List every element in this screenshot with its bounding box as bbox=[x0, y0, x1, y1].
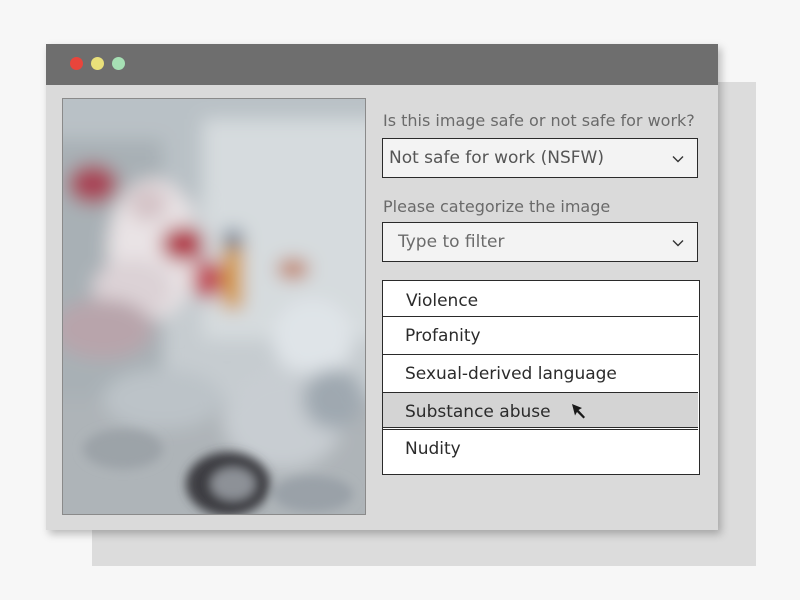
category-option-profanity[interactable]: Profanity bbox=[383, 316, 698, 352]
window-maximize-button[interactable] bbox=[112, 57, 125, 70]
blurred-photo bbox=[63, 99, 365, 514]
question-safe-for-work: Is this image safe or not safe for work? bbox=[383, 111, 695, 130]
category-option-nudity[interactable]: Nudity bbox=[383, 429, 698, 465]
chevron-down-icon bbox=[672, 240, 684, 247]
nsfw-select-value: Not safe for work (NSFW) bbox=[389, 148, 604, 168]
question-categorize: Please categorize the image bbox=[383, 197, 611, 216]
list-item-label: Violence bbox=[406, 291, 479, 311]
window-minimize-button[interactable] bbox=[91, 57, 104, 70]
window-titlebar bbox=[46, 44, 718, 85]
app-window: Is this image safe or not safe for work?… bbox=[46, 44, 718, 530]
category-option-substance-abuse[interactable]: Substance abuse bbox=[383, 392, 698, 428]
category-option-sexual-derived-language[interactable]: Sexual-derived language bbox=[383, 354, 698, 390]
category-options-list: Violence Profanity Sexual-derived langua… bbox=[382, 280, 700, 475]
nsfw-select[interactable]: Not safe for work (NSFW) bbox=[382, 138, 698, 178]
category-filter-placeholder: Type to filter bbox=[398, 232, 505, 252]
mouse-pointer-icon bbox=[572, 404, 585, 419]
list-item-label: Profanity bbox=[405, 326, 481, 346]
list-item-label: Substance abuse bbox=[405, 402, 551, 422]
category-option-violence[interactable]: Violence bbox=[383, 281, 698, 317]
blurred-image-preview bbox=[62, 98, 366, 515]
window-close-button[interactable] bbox=[70, 57, 83, 70]
list-item-label: Sexual-derived language bbox=[405, 364, 617, 384]
chevron-down-icon bbox=[672, 156, 684, 163]
category-filter-select[interactable]: Type to filter bbox=[382, 222, 698, 262]
list-item-label: Nudity bbox=[405, 439, 461, 459]
